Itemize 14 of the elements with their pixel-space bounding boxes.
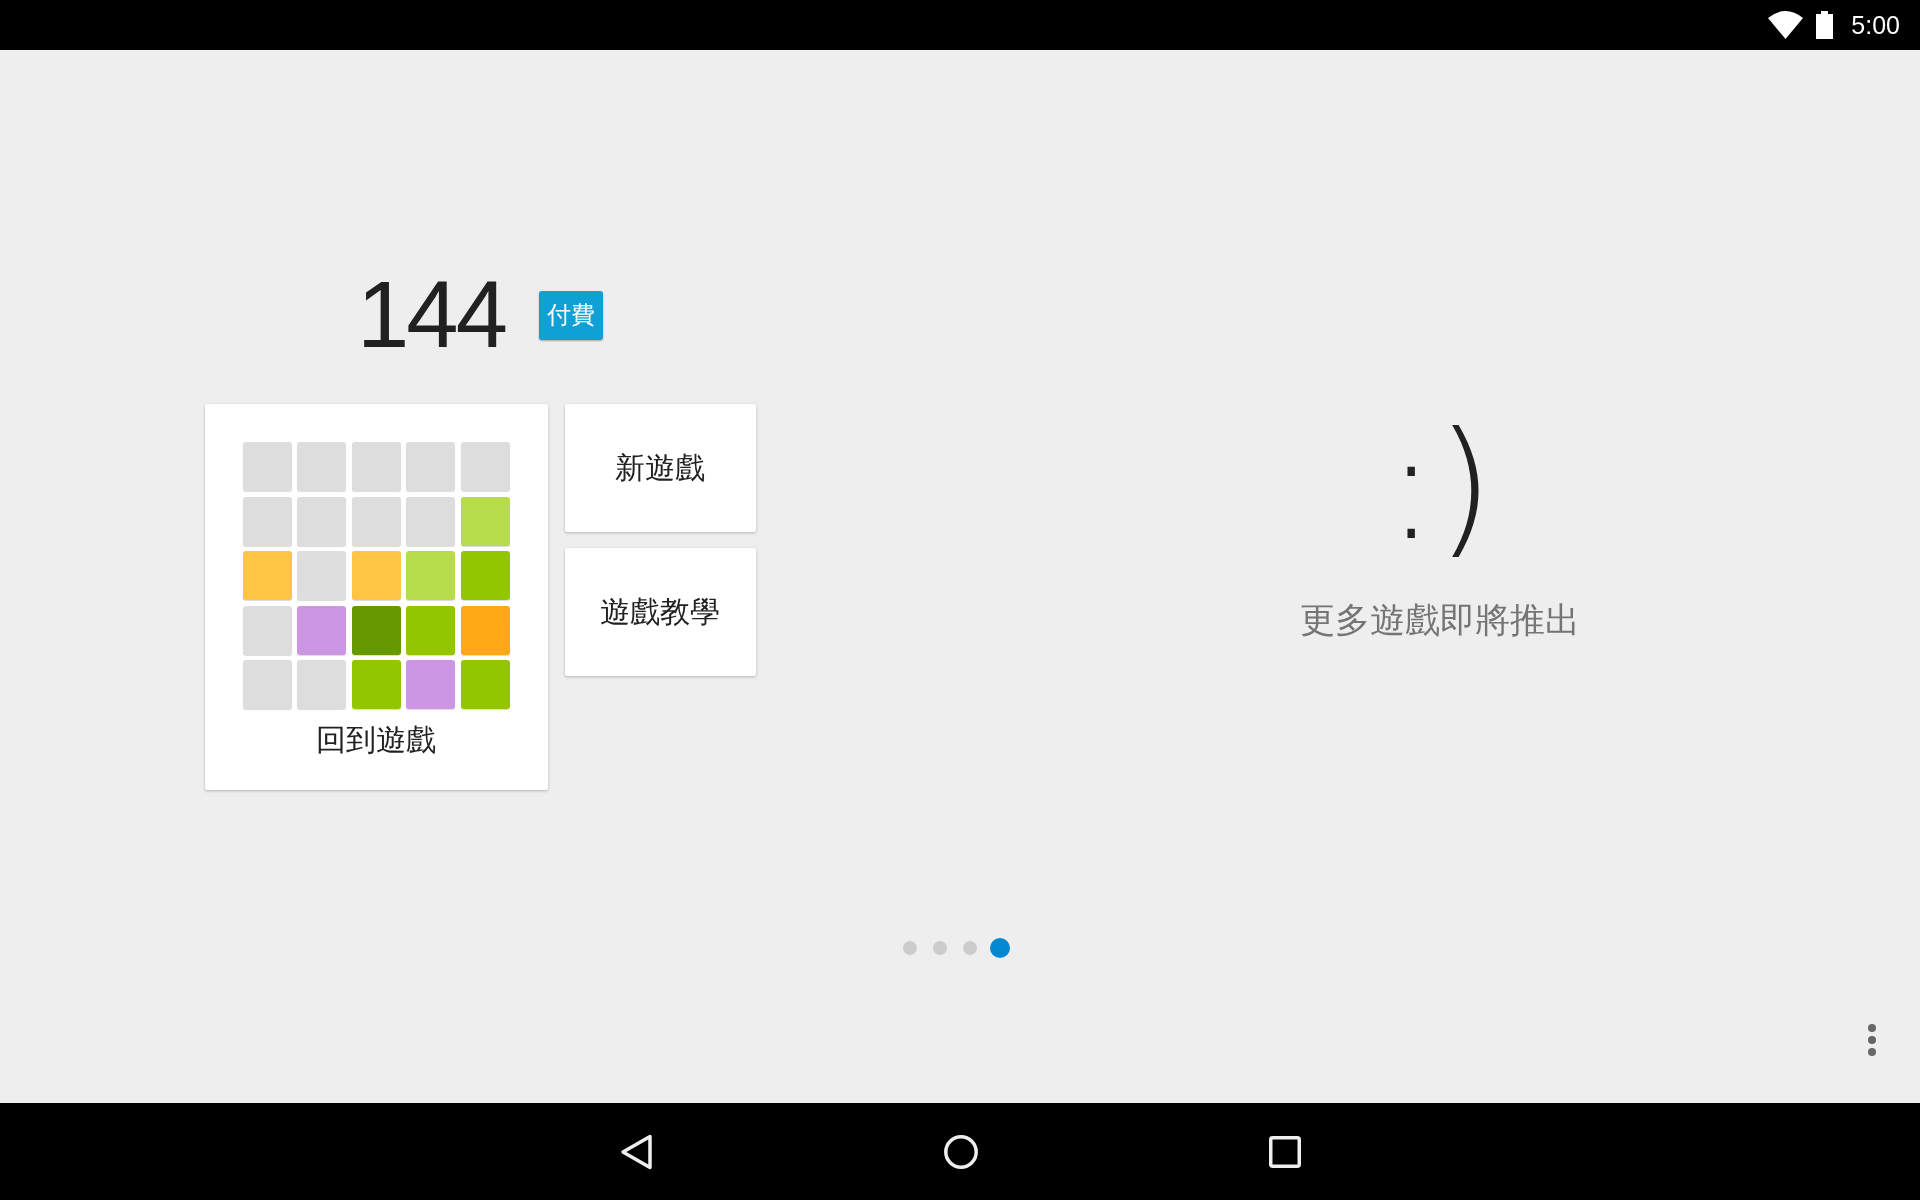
wifi-icon	[1768, 11, 1804, 39]
battery-icon	[1816, 11, 1834, 39]
menu-card-button[interactable]: 遊戲教學	[564, 548, 756, 676]
score-number: 144	[357, 268, 505, 362]
more-options-icon[interactable]	[1868, 1024, 1876, 1056]
coming-soon-message: 更多遊戲即將推出	[1300, 599, 1580, 641]
recents-icon[interactable]	[1268, 1135, 1301, 1168]
back-icon[interactable]	[619, 1133, 653, 1170]
paid-badge: 付費	[538, 290, 603, 340]
home-icon[interactable]	[943, 1134, 978, 1169]
menu-card-button[interactable]: 新遊戲	[564, 404, 756, 532]
clock-time: 5:00	[1851, 12, 1900, 38]
smiley-emoticon: :)	[1386, 413, 1494, 561]
resume-game-card[interactable]: 回到遊戲	[204, 404, 548, 790]
